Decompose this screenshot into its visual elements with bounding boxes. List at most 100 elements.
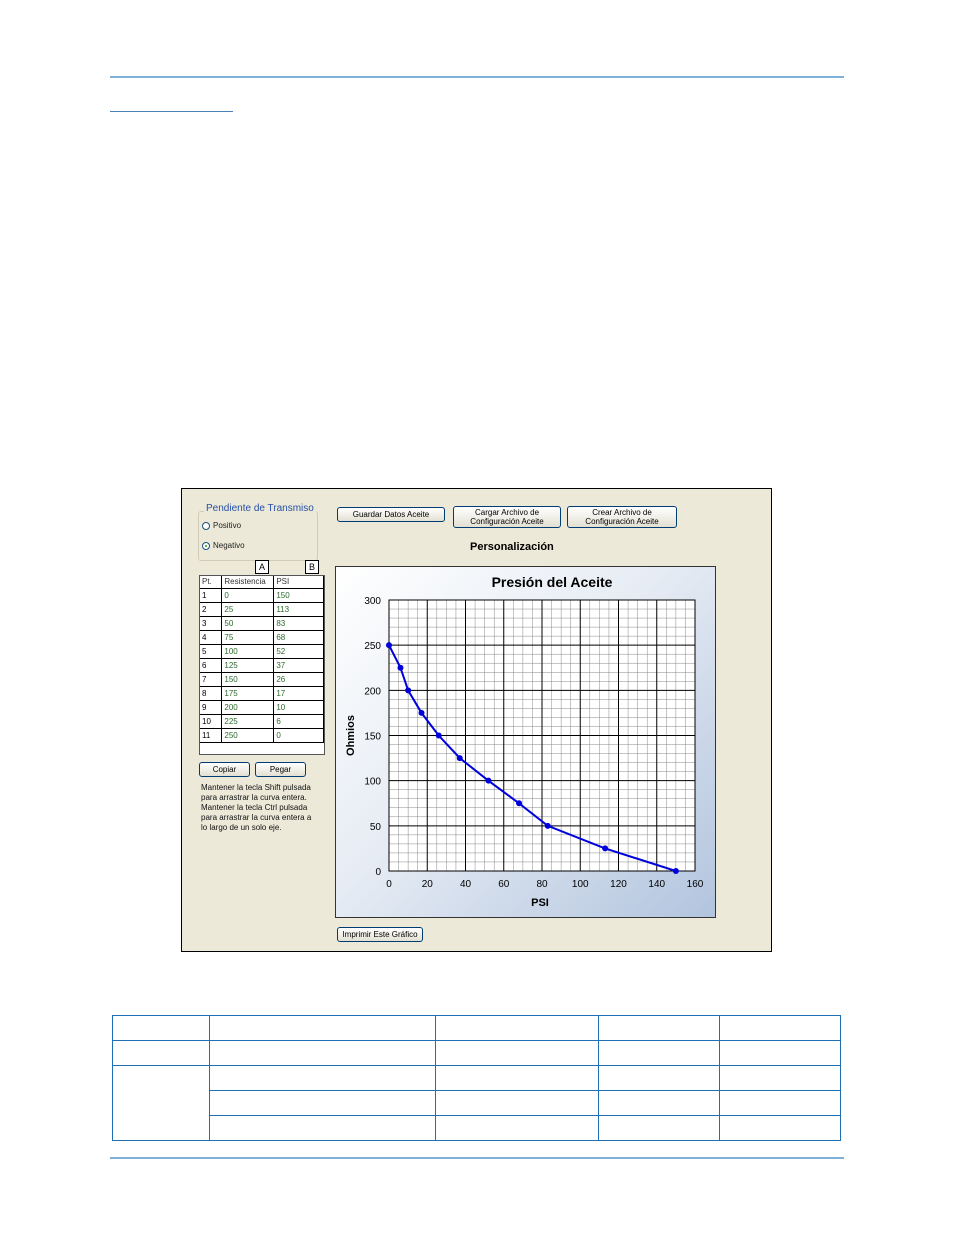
radio-positive-label: Positivo xyxy=(213,521,242,530)
chart-caption: Personalización xyxy=(470,541,554,553)
radio-positive[interactable]: Positivo xyxy=(202,521,241,530)
x-tick-label: 140 xyxy=(648,879,665,890)
data-point xyxy=(672,868,679,874)
table-row xyxy=(112,1065,841,1141)
y-tick-label: 0 xyxy=(375,867,381,878)
cell-pt: 8 xyxy=(200,686,223,701)
data-point xyxy=(516,800,523,807)
x-tick-label: 160 xyxy=(687,879,704,890)
x-axis-label: PSI xyxy=(531,897,549,909)
table-row[interactable]: 10 225 6 xyxy=(200,714,324,729)
header-resistance: Resistencia xyxy=(221,576,275,589)
table-row[interactable]: 8 175 17 xyxy=(200,686,324,701)
y-tick-label: 250 xyxy=(364,641,381,652)
section-link-underline xyxy=(110,111,233,112)
x-tick-label: 40 xyxy=(460,879,472,890)
cell-resistance[interactable]: 25 xyxy=(221,602,275,617)
chart-title: Presión del Aceite xyxy=(492,574,613,590)
cell-resistance[interactable]: 225 xyxy=(221,714,275,729)
table-header-row: Pt. Resistencia PSI xyxy=(200,576,324,589)
cell-resistance[interactable]: 0 xyxy=(221,588,275,603)
x-tick-label: 80 xyxy=(536,879,548,890)
column-tag-b: B xyxy=(305,560,319,574)
data-point xyxy=(602,845,609,852)
data-point xyxy=(435,732,442,739)
cell-pt: 5 xyxy=(200,644,223,659)
cell-resistance[interactable]: 125 xyxy=(221,658,275,673)
table-row[interactable]: 9 200 10 xyxy=(200,700,324,715)
cell-psi[interactable]: 6 xyxy=(273,714,324,729)
drag-help-text: Mantener la tecla Shift pulsada para arr… xyxy=(201,783,312,832)
cell-pt: 9 xyxy=(200,700,223,715)
cell-psi[interactable]: 150 xyxy=(273,588,324,603)
y-tick-label: 50 xyxy=(370,822,382,833)
cell-pt: 4 xyxy=(200,630,223,645)
data-point xyxy=(418,709,425,716)
copy-button[interactable]: Copiar xyxy=(199,762,250,777)
x-tick-label: 60 xyxy=(498,879,510,890)
y-axis-label: Ohmios xyxy=(345,715,357,756)
data-point xyxy=(405,687,412,694)
cell-pt: 6 xyxy=(200,658,223,673)
document-table xyxy=(112,1015,841,1141)
x-tick-label: 120 xyxy=(610,879,627,890)
cell-psi[interactable]: 83 xyxy=(273,616,324,631)
print-chart-button[interactable]: Imprimir Este Gráfico xyxy=(337,927,423,942)
cell-pt: 10 xyxy=(200,714,223,729)
cell-pt: 11 xyxy=(200,728,223,743)
data-point xyxy=(544,822,551,829)
y-tick-label: 100 xyxy=(364,777,381,788)
y-tick-label: 200 xyxy=(364,686,381,697)
table-row[interactable]: 2 25 113 xyxy=(200,602,324,617)
cell-psi[interactable]: 10 xyxy=(273,700,324,715)
radio-negative-label: Negativo xyxy=(213,541,245,550)
cell-resistance[interactable]: 75 xyxy=(221,630,275,645)
table-row[interactable]: 6 125 37 xyxy=(200,658,324,673)
cell-resistance[interactable]: 250 xyxy=(221,728,275,743)
create-config-file-button[interactable]: Crear Archivo de Configuración Aceite xyxy=(567,506,677,528)
cell-pt: 3 xyxy=(200,616,223,631)
cell-pt: 2 xyxy=(200,602,223,617)
table-row[interactable]: 3 50 83 xyxy=(200,616,324,631)
x-tick-label: 100 xyxy=(572,879,589,890)
y-tick-label: 150 xyxy=(364,732,381,743)
cell-resistance[interactable]: 50 xyxy=(221,616,275,631)
y-tick-label: 300 xyxy=(364,596,381,607)
table-row xyxy=(112,1040,841,1066)
cell-resistance[interactable]: 100 xyxy=(221,644,275,659)
cell-psi[interactable]: 68 xyxy=(273,630,324,645)
header-pt: Pt. xyxy=(200,576,223,589)
cell-resistance[interactable]: 175 xyxy=(221,686,275,701)
save-oil-data-button[interactable]: Guardar Datos Aceite xyxy=(337,507,445,522)
cell-pt: 7 xyxy=(200,672,223,687)
table-row[interactable]: 1 0 150 xyxy=(200,588,324,603)
cell-psi[interactable]: 52 xyxy=(273,644,324,659)
x-tick-label: 0 xyxy=(386,879,392,890)
curve-points-table: Pt. Resistencia PSI 1 0 150 2 25 113 3 50 83 4 75 6… xyxy=(199,575,325,755)
chart-panel[interactable]: 0 20 40 60 80 100 120 140 160 0 50 100 150 200 250 300 P… xyxy=(335,566,716,918)
oil-pressure-chart[interactable]: 0 20 40 60 80 100 120 140 160 0 50 100 150 200 250 300 P… xyxy=(336,567,715,917)
cell-psi[interactable]: 0 xyxy=(273,728,324,743)
cell-psi[interactable]: 17 xyxy=(273,686,324,701)
footer-rule xyxy=(110,1157,844,1159)
radio-positive-icon[interactable] xyxy=(202,521,210,530)
load-config-file-button[interactable]: Cargar Archivo de Configuración Aceite xyxy=(453,506,561,528)
table-row xyxy=(113,1090,841,1116)
x-tick-label: 20 xyxy=(422,879,434,890)
table-row[interactable]: 7 150 26 xyxy=(200,672,324,687)
oil-pressure-config-window: Pendiente de Transmiso Positivo Negativo… xyxy=(181,488,772,952)
radio-negative[interactable]: Negativo xyxy=(202,541,245,550)
cell-psi[interactable]: 26 xyxy=(273,672,324,687)
cell-psi[interactable]: 37 xyxy=(273,658,324,673)
cell-pt: 1 xyxy=(200,588,223,603)
cell-resistance[interactable]: 150 xyxy=(221,672,275,687)
radio-negative-icon[interactable] xyxy=(202,541,210,550)
table-row[interactable]: 5 100 52 xyxy=(200,644,324,659)
table-row[interactable]: 4 75 68 xyxy=(200,630,324,645)
cell-resistance[interactable]: 200 xyxy=(221,700,275,715)
cell-psi[interactable]: 113 xyxy=(273,602,324,617)
table-row xyxy=(112,1015,841,1041)
paste-button[interactable]: Pegar xyxy=(255,762,306,777)
table-row[interactable]: 11 250 0 xyxy=(200,728,324,743)
table-row xyxy=(113,1115,841,1141)
